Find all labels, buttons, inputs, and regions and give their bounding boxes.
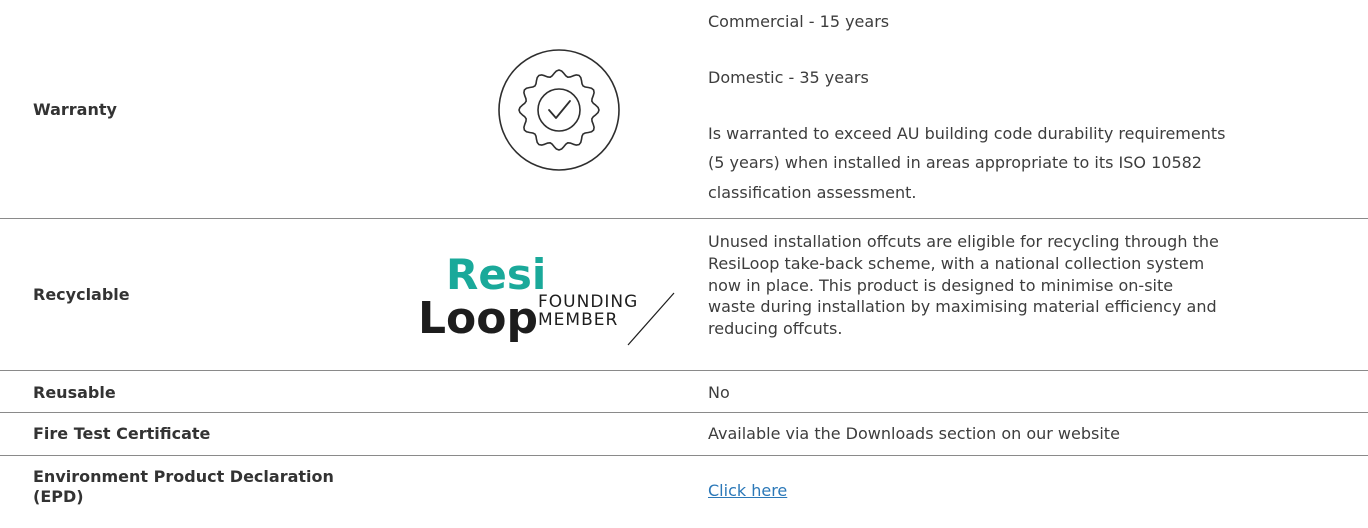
warranty-line: classification assessment. [708,183,917,202]
fire-test-row: Fire Test Certificate Available via the … [0,413,1368,456]
product-spec-table: Warranty Commercial - 15 years Domestic … [0,0,1368,528]
warranty-line: Is warranted to exceed AU building code … [708,124,1226,143]
recyclable-label: Recyclable [33,285,130,304]
recyclable-line: waste during installation by maximising … [708,297,1217,317]
epd-value: Click here [708,481,787,501]
warranty-line: Domestic - 35 years [708,68,869,87]
warranty-label: Warranty [33,100,117,119]
recyclable-line: Unused installation offcuts are eligible… [708,232,1219,251]
logo-resi-text: Resi [446,250,546,299]
recyclable-value: Unused installation offcuts are eligible… [708,231,1219,340]
logo-member-line2: MEMBER [538,310,618,330]
epd-row: Environment Product Declaration (EPD) Cl… [0,456,1368,528]
reusable-label: Reusable [33,383,116,402]
recyclable-row: Recyclable Resi Loop FOUNDING MEMBER Unu… [0,219,1368,371]
recyclable-line: reducing offcuts. [708,319,843,339]
epd-label: Environment Product Declaration (EPD) [33,467,334,507]
fire-test-value: Available via the Downloads section on o… [708,424,1120,443]
checkmark-badge-icon [498,49,620,171]
epd-label-line: (EPD) [33,487,84,506]
warranty-line: Commercial - 15 years [708,12,890,31]
warranty-line: (5 years) when installed in areas approp… [708,153,1202,172]
reusable-value: No [708,383,730,402]
logo-loop-text: Loop [418,293,538,344]
warranty-row: Warranty Commercial - 15 years Domestic … [0,0,1368,219]
recyclable-line: ResiLoop take-back scheme, with a nation… [708,253,1205,273]
epd-label-line: Environment Product Declaration [33,467,334,486]
reusable-row: Reusable No [0,371,1368,413]
epd-click-here-link[interactable]: Click here [708,481,787,500]
recyclable-line: now in place. This product is designed t… [708,275,1174,295]
fire-test-label: Fire Test Certificate [33,424,211,443]
resiloop-logo: Resi Loop FOUNDING MEMBER [418,250,675,346]
logo-member-line1: FOUNDING [538,292,638,312]
